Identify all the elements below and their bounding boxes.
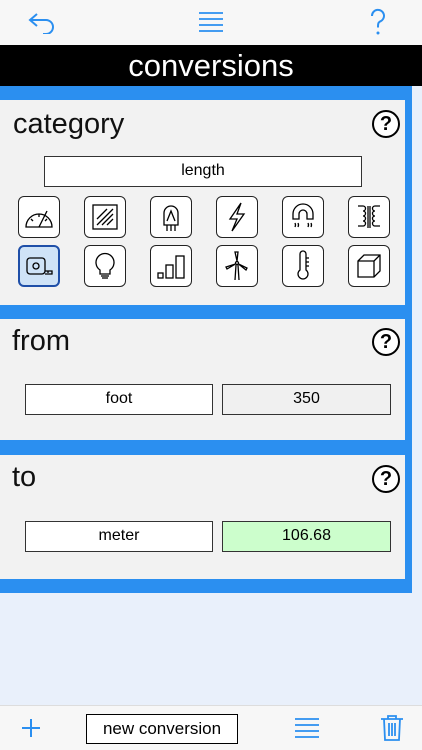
to-result-field: 106.68 xyxy=(222,521,391,552)
transformer-icon[interactable] xyxy=(348,196,390,238)
undo-arrow-icon[interactable] xyxy=(25,6,59,38)
thermometer-icon[interactable] xyxy=(282,245,324,287)
category-title: category xyxy=(13,108,125,140)
question-icon[interactable] xyxy=(361,6,395,38)
plus-icon[interactable] xyxy=(16,713,46,743)
bar-chart-icon[interactable] xyxy=(150,245,192,287)
from-value-field[interactable]: 350 xyxy=(222,384,391,415)
category-panel: category ? length xyxy=(0,100,405,305)
trash-icon[interactable] xyxy=(377,713,407,743)
from-help-button[interactable]: ? xyxy=(372,328,400,356)
list-icon[interactable] xyxy=(292,713,322,743)
area-icon[interactable] xyxy=(84,196,126,238)
to-unit-field[interactable]: meter xyxy=(25,521,213,552)
nav-bar xyxy=(0,0,422,45)
lightning-icon[interactable] xyxy=(216,196,258,238)
to-panel: to ? meter 106.68 xyxy=(0,455,405,579)
wind-turbine-icon[interactable] xyxy=(216,245,258,287)
magnet-icon[interactable] xyxy=(282,196,324,238)
cube-icon[interactable] xyxy=(348,245,390,287)
bottom-toolbar: new conversion xyxy=(0,705,422,750)
list-icon[interactable] xyxy=(194,6,228,38)
page-title: conversions xyxy=(0,45,422,86)
from-unit-field[interactable]: foot xyxy=(25,384,213,415)
light-bulb-icon[interactable] xyxy=(84,245,126,287)
from-title: from xyxy=(12,325,70,357)
vacuum-tube-icon[interactable] xyxy=(150,196,192,238)
to-help-button[interactable]: ? xyxy=(372,465,400,493)
from-panel: from ? foot 350 xyxy=(0,319,405,440)
category-selector[interactable]: length xyxy=(44,156,362,187)
tape-measure-icon[interactable] xyxy=(18,245,60,287)
to-title: to xyxy=(12,461,37,493)
new-conversion-button[interactable]: new conversion xyxy=(86,714,238,744)
protractor-icon[interactable] xyxy=(18,196,60,238)
category-help-button[interactable]: ? xyxy=(372,110,400,138)
